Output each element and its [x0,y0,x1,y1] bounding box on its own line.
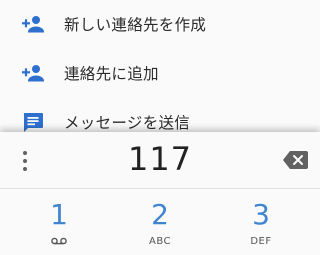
person-add-icon [22,65,44,82]
dialpad-key-1[interactable]: 1 [6,189,112,255]
dialpad-key-2[interactable]: 2 ABC [107,189,213,255]
dialer-screen: 新しい連絡先を作成 連絡先に追加 メッセージを送信 117 1 2 ABC 3 … [0,0,320,255]
digits-row: 117 [0,132,320,189]
key-letters: DEF [250,236,272,247]
dialpad-keys: 1 2 ABC 3 DEF [0,189,320,255]
suggestion-label: メッセージを送信 [64,114,191,132]
key-letters: ABC [148,236,171,247]
dialpad: 117 1 2 ABC 3 DEF [0,132,320,255]
key-number: 2 [151,198,169,231]
send-message-item[interactable]: メッセージを送信 [0,98,320,135]
backspace-icon[interactable] [283,151,308,169]
add-to-contact-item[interactable]: 連絡先に追加 [0,49,320,97]
suggestion-list: 新しい連絡先を作成 連絡先に追加 メッセージを送信 [0,0,320,135]
create-new-contact-item[interactable]: 新しい連絡先を作成 [0,0,320,48]
suggestion-label: 連絡先に追加 [64,65,159,83]
key-number: 3 [252,198,270,231]
more-vert-icon[interactable] [14,148,36,174]
message-icon [23,113,43,132]
dialed-number[interactable]: 117 [60,140,260,178]
person-add-icon [22,16,44,33]
dialpad-key-3[interactable]: 3 DEF [208,189,314,255]
key-number: 1 [50,198,68,231]
voicemail-icon [51,237,67,245]
suggestion-label: 新しい連絡先を作成 [64,16,207,34]
